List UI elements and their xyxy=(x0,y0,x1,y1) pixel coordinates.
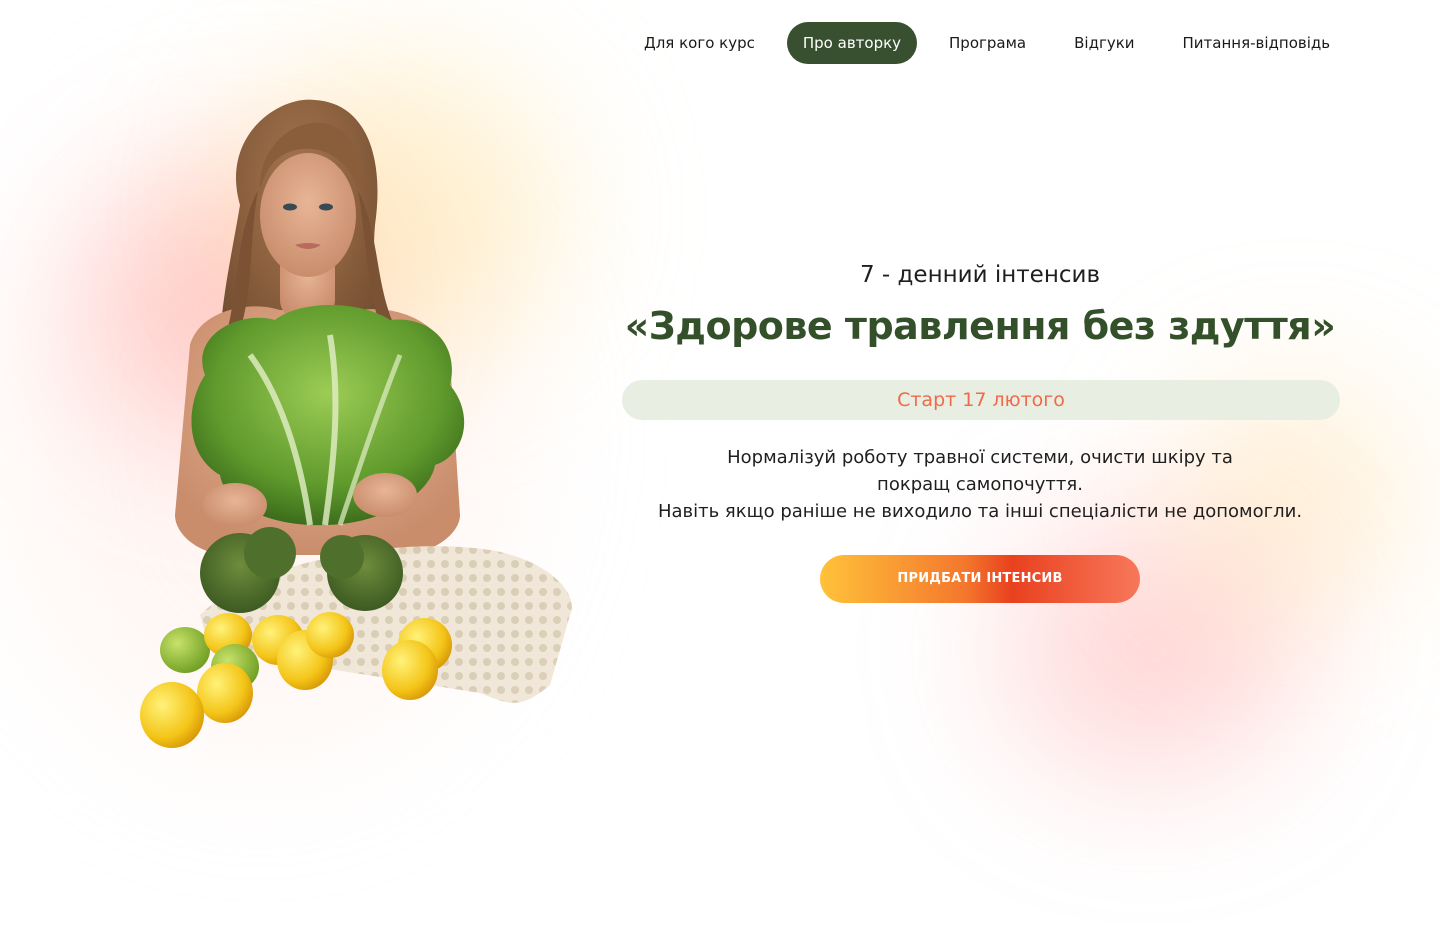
nav-item-reviews[interactable]: Відгуки xyxy=(1058,22,1150,64)
description-line: покращ самопочуття. xyxy=(877,474,1083,495)
nav-item-program[interactable]: Програма xyxy=(933,22,1042,64)
course-format-label: 7 - денний інтенсив xyxy=(859,262,1101,288)
top-navigation: Для кого курс Про авторку Програма Відгу… xyxy=(628,22,1346,64)
start-date-badge: Старт 17 лютого xyxy=(622,380,1340,420)
course-description: Нормалізуй роботу травної системи, очист… xyxy=(620,444,1340,525)
description-line: Навіть якщо раніше не виходило та інші с… xyxy=(657,501,1303,522)
hero-content: 7 - денний інтенсив «Здорове травлення б… xyxy=(620,258,1340,603)
hero-photo xyxy=(140,99,572,748)
nav-item-about-author[interactable]: Про авторку xyxy=(786,22,918,64)
course-title: «Здорове травлення без здуття» xyxy=(624,304,1336,348)
buy-intensive-button[interactable]: ПРИДБАТИ ІНТЕНСИВ xyxy=(820,555,1140,603)
landing-page: Для кого курс Про авторку Програма Відгу… xyxy=(0,0,1440,950)
nav-item-for-whom[interactable]: Для кого курс xyxy=(628,22,771,64)
nav-item-faq[interactable]: Питання-відповідь xyxy=(1167,22,1347,64)
description-line: Нормалізуй роботу травної системи, очист… xyxy=(727,447,1233,468)
